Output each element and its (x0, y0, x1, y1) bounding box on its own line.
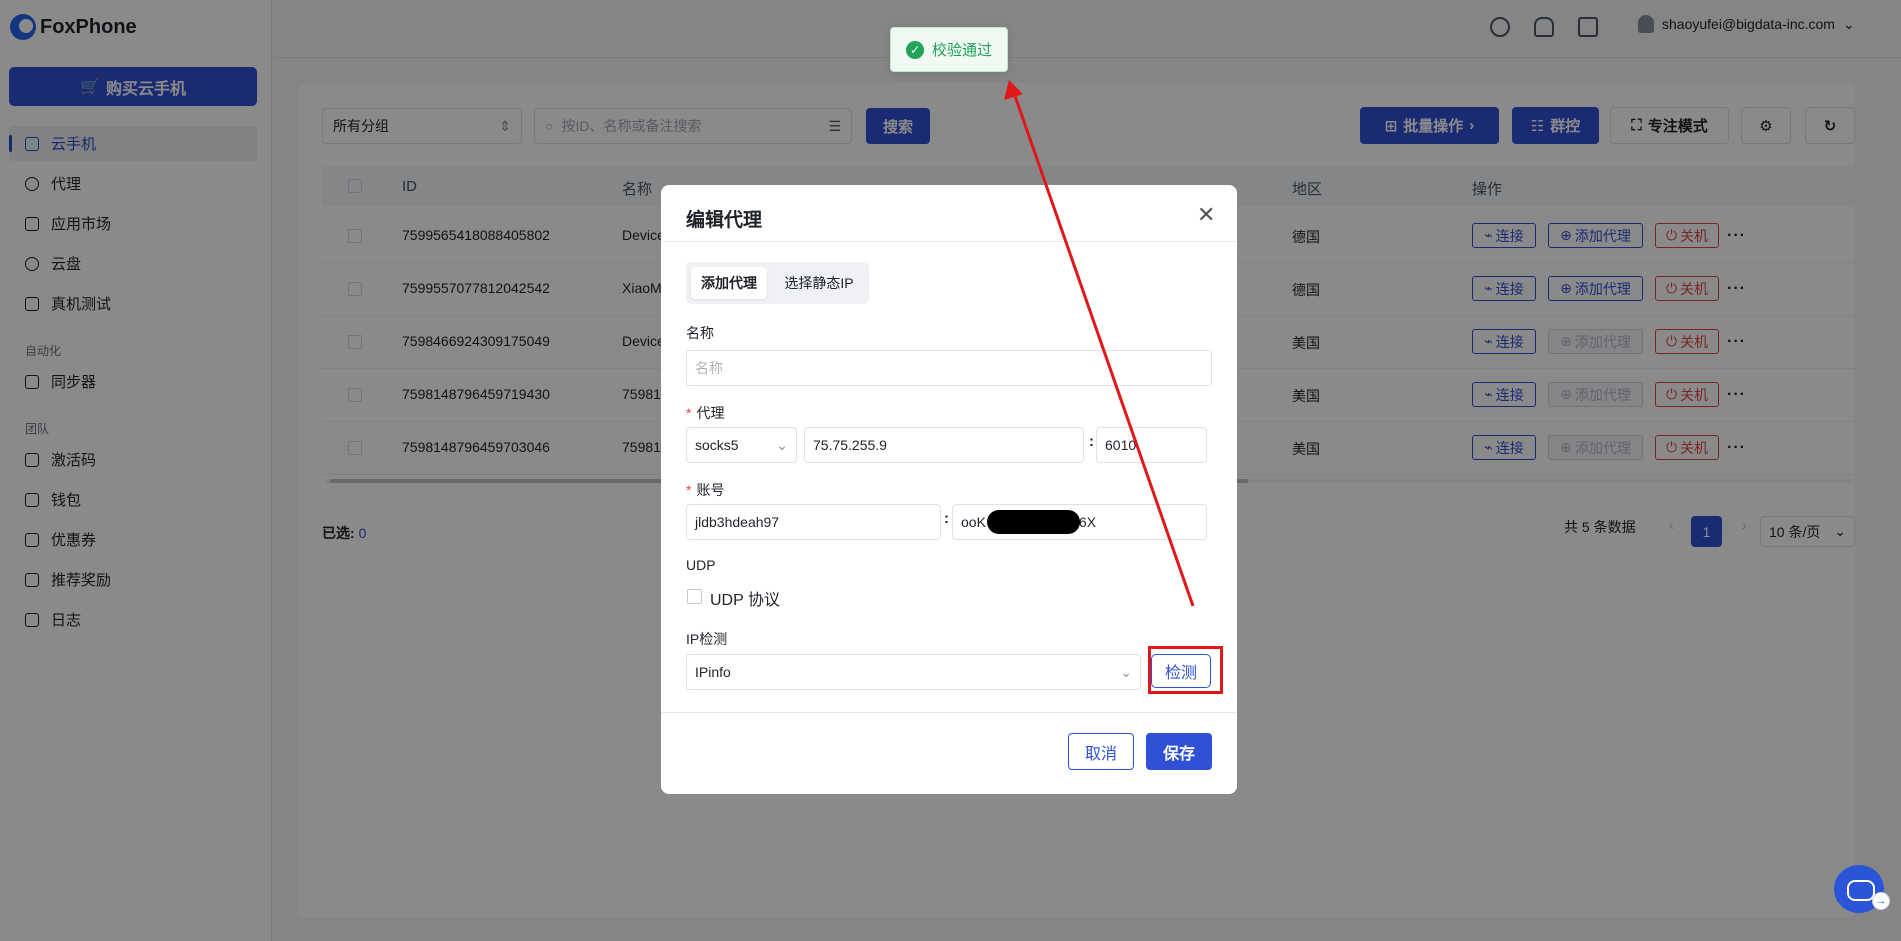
check-circle-icon: ✓ (905, 40, 924, 59)
arrow-head (1004, 80, 1023, 100)
arrow-line (1013, 95, 1195, 607)
toast-message: 校验通过 (931, 42, 992, 59)
annotation-arrow (1004, 80, 1195, 607)
arrow-right-icon[interactable]: → (1872, 892, 1890, 910)
success-toast: ✓ 校验通过 (890, 27, 1008, 72)
app-root: FoxPhone 🛒 购买云手机 云手机 代理 应用市场 云盘 真机测试 自动化 (0, 0, 1901, 941)
